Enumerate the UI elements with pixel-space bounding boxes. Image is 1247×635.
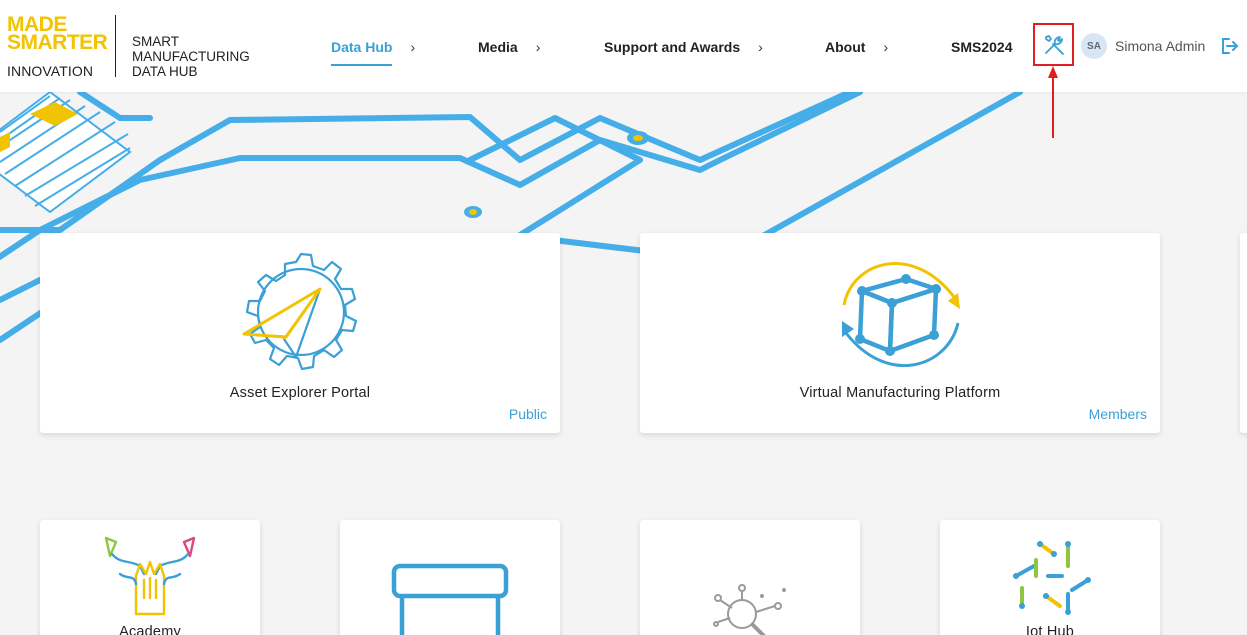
logo-subtitle-line: DATA HUB bbox=[132, 64, 198, 79]
card-academy[interactable]: Academy bbox=[40, 520, 260, 635]
iot-network-icon bbox=[1013, 541, 1091, 615]
cube-cycle-icon bbox=[842, 262, 960, 368]
user-name[interactable]: Simona Admin bbox=[1115, 38, 1205, 54]
card-title: Asset Explorer Portal bbox=[229, 385, 371, 401]
card-access-tag: Members bbox=[1088, 406, 1147, 422]
nav-label: Support and Awards bbox=[604, 39, 741, 55]
logo-subtitle-line: SMART bbox=[132, 34, 180, 49]
card-asset-explorer-portal[interactable]: Asset Explorer Portal Public bbox=[40, 233, 560, 433]
nav-sms2024[interactable]: SMS2024 bbox=[951, 37, 1012, 57]
chevron-right-icon[interactable]: › bbox=[536, 39, 541, 55]
logo-subtitle: SMART MANUFACTURING DATA HUB bbox=[132, 34, 262, 79]
made-smarter-logo[interactable]: MADE SMARTER bbox=[7, 14, 108, 54]
nav-label: About bbox=[825, 39, 866, 55]
hands-together-icon bbox=[104, 536, 196, 616]
nav-label: Media bbox=[478, 39, 518, 55]
nav-support-and-awards[interactable]: Support and Awards › bbox=[604, 37, 763, 57]
card-iot-hub[interactable]: Iot Hub bbox=[940, 520, 1160, 635]
logo-divider bbox=[115, 15, 116, 77]
box-icon bbox=[391, 563, 509, 635]
chevron-right-icon[interactable]: › bbox=[758, 39, 763, 55]
card-virtual-manufacturing-platform[interactable]: Virtual Manufacturing Platform Members bbox=[640, 233, 1160, 433]
annotation-arrow bbox=[1048, 66, 1058, 138]
chevron-right-icon[interactable]: › bbox=[883, 39, 888, 55]
card-title: Academy bbox=[119, 624, 181, 635]
chevron-right-icon[interactable]: › bbox=[410, 39, 415, 55]
logout-icon[interactable] bbox=[1220, 37, 1240, 55]
magnifier-network-icon bbox=[713, 584, 786, 635]
card-title: Iot Hub bbox=[1025, 624, 1075, 635]
gear-paper-plane-icon bbox=[242, 252, 358, 371]
admin-tools-button[interactable] bbox=[1033, 23, 1074, 66]
wrench-screwdriver-icon bbox=[1044, 34, 1064, 55]
nav-about[interactable]: About › bbox=[825, 37, 888, 57]
card-box[interactable] bbox=[340, 520, 560, 635]
logo-innovation-text: INNOVATION bbox=[7, 63, 94, 79]
card-partial-offscreen[interactable] bbox=[1240, 233, 1247, 433]
card-title: Virtual Manufacturing Platform bbox=[799, 385, 1001, 401]
nav-label: Data Hub bbox=[331, 39, 393, 66]
avatar[interactable]: SA bbox=[1081, 33, 1107, 59]
nav-label: SMS2024 bbox=[951, 39, 1013, 55]
nav-media[interactable]: Media › bbox=[478, 37, 540, 57]
logo-smarter-text: SMARTER bbox=[7, 31, 108, 54]
logo-subtitle-line: MANUFACTURING bbox=[132, 49, 250, 64]
nav-data-hub[interactable]: Data Hub › bbox=[331, 37, 415, 66]
card-access-tag: Public bbox=[508, 406, 547, 422]
card-magnifier-network[interactable] bbox=[640, 520, 860, 635]
